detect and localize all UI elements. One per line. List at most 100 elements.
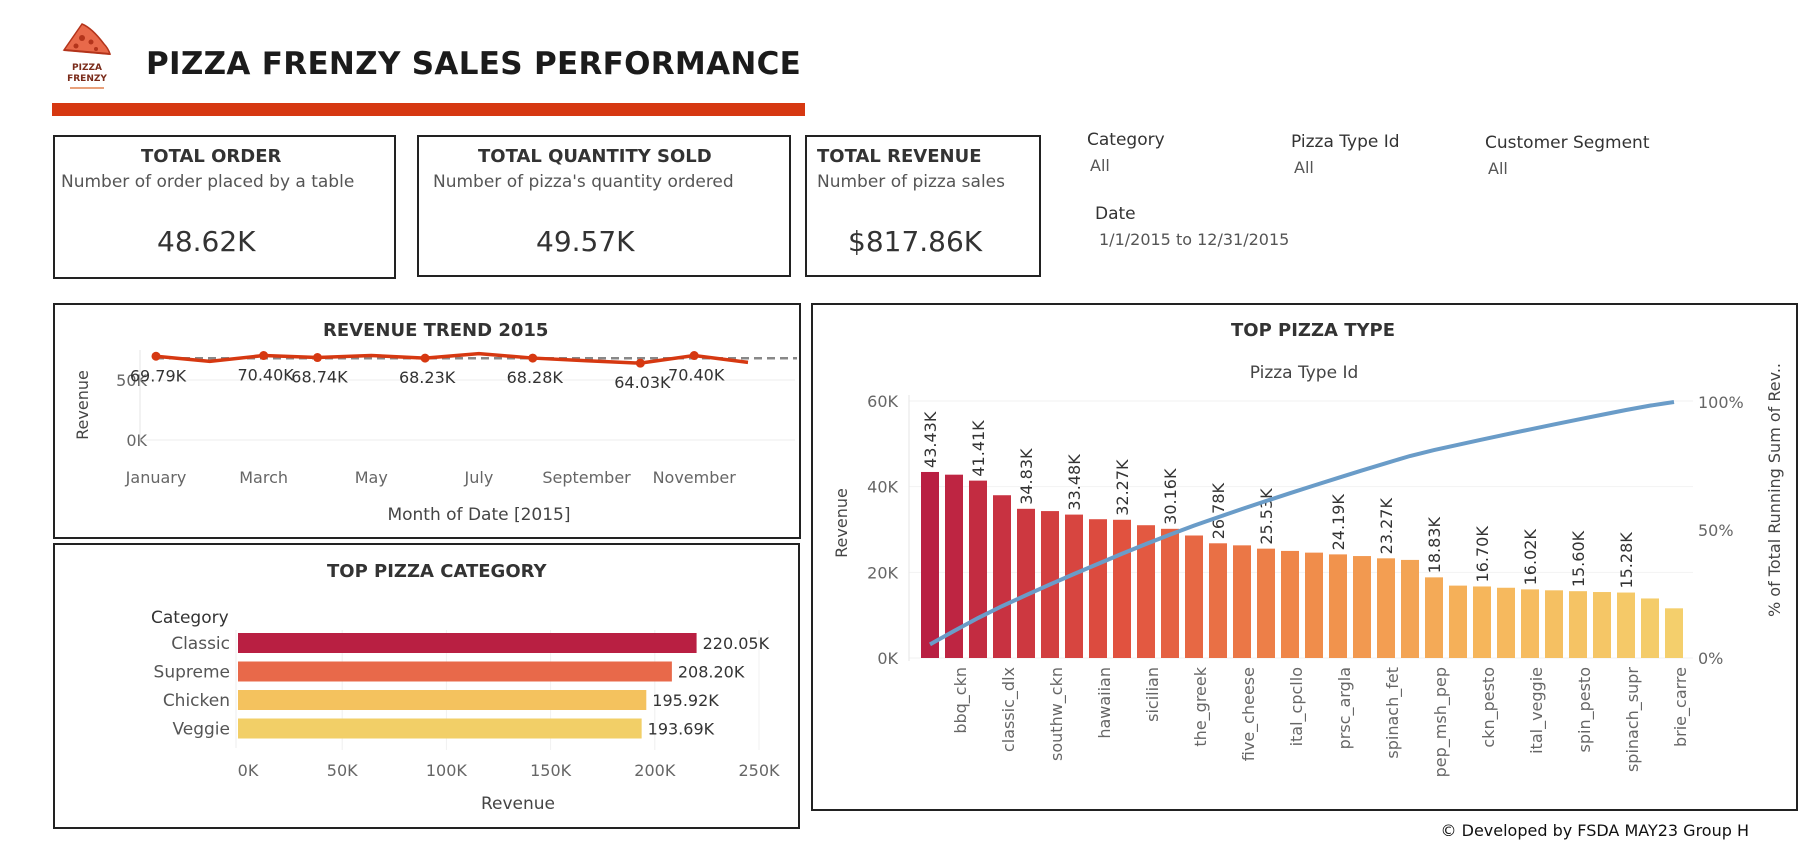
y-axis-label: Revenue	[832, 488, 851, 558]
x-axis-label: Month of Date [2015]	[387, 505, 570, 525]
data-label: 16.02K	[1521, 529, 1540, 586]
x-tick-label: classic_dlx	[999, 667, 1019, 752]
x-tick-label: 50K	[327, 761, 358, 780]
data-point	[420, 353, 430, 363]
x-tick-label: ital_cpcllo	[1287, 667, 1307, 746]
top-pizza-type-chart: Pizza Type Id Revenue % of Total Running…	[832, 363, 1784, 777]
pizza-type-bar	[1017, 508, 1035, 658]
pizza-type-bar	[1305, 552, 1323, 658]
pizza-type-bar	[1545, 590, 1563, 658]
pizza-type-bar	[1473, 586, 1491, 658]
page-title: PIZZA FRENZY SALES PERFORMANCE	[146, 46, 802, 82]
data-label: 15.28K	[1617, 532, 1636, 589]
pizza-type-bar	[1089, 519, 1107, 658]
kpi-total-order: TOTAL ORDER Number of order placed by a …	[53, 135, 396, 279]
top-category-chart: Category Revenue 0K 50K 100K 150K 200K 250K Cl…	[151, 608, 780, 814]
category-label: Chicken	[163, 691, 230, 711]
category-label: Classic	[171, 634, 230, 654]
data-point	[689, 351, 699, 361]
x-tick-label: brie_carre	[1671, 667, 1691, 747]
revenue-trend-panel: REVENUE TREND 2015 Revenue Month of Date…	[53, 303, 801, 539]
x-tick-label: May	[355, 468, 388, 487]
data-label: 70.40K	[668, 366, 725, 385]
kpi-title: TOTAL QUANTITY SOLD	[478, 146, 712, 167]
filter-value[interactable]: All	[1488, 159, 1649, 178]
pizza-type-bar	[1185, 535, 1203, 658]
data-label: 220.05K	[703, 634, 770, 653]
data-label: 33.48K	[1065, 454, 1084, 511]
x-tick-label: January	[125, 468, 187, 487]
kpi-value: 48.62K	[157, 225, 256, 258]
y2-tick-label: 0%	[1698, 649, 1723, 668]
data-label: 70.40K	[237, 366, 294, 385]
data-label: 30.16K	[1161, 468, 1180, 525]
y-tick-label: 60K	[867, 392, 898, 411]
data-point	[635, 358, 645, 368]
x-tick-label: March	[239, 468, 288, 487]
data-point	[528, 353, 538, 363]
pizza-type-bar	[1617, 592, 1635, 658]
pizza-type-bar	[1281, 550, 1299, 658]
x-tick-label: spinach_supr	[1623, 667, 1643, 772]
filter-value[interactable]: 1/1/2015 to 12/31/2015	[1099, 230, 1289, 249]
filter-pizza-type[interactable]: Pizza Type Id All	[1291, 132, 1400, 177]
y2-tick-label: 50%	[1698, 521, 1734, 540]
pizza-type-bar	[1449, 585, 1467, 658]
y2-tick-label: 100%	[1698, 393, 1744, 412]
title-underline-bar	[52, 103, 805, 116]
data-point	[312, 353, 322, 363]
y-tick-label: 0K	[877, 649, 898, 668]
pizza-type-bar	[1401, 559, 1419, 658]
footer-credit: © Developed by FSDA MAY23 Group H	[1440, 821, 1749, 840]
category-bar	[238, 718, 642, 739]
data-label: 69.79K	[130, 366, 187, 385]
data-label: 193.69K	[648, 720, 715, 739]
data-label: 16.70K	[1473, 526, 1492, 583]
data-label: 26.78K	[1209, 482, 1228, 539]
pizza-type-bar	[1329, 554, 1347, 658]
data-label: 68.28K	[507, 368, 564, 387]
x-tick-label: 100K	[426, 761, 468, 780]
filter-category[interactable]: Category All	[1087, 130, 1165, 175]
pizza-type-bar	[1209, 543, 1227, 658]
y-tick-label: 40K	[867, 478, 898, 497]
data-label: 23.27K	[1377, 498, 1396, 555]
x-tick-label: southw_ckn	[1047, 667, 1067, 761]
pizza-type-bar	[1161, 528, 1179, 658]
data-label: 43.43K	[921, 411, 940, 468]
x-tick-label: bbq_ckn	[951, 667, 971, 734]
data-label: 68.23K	[399, 368, 456, 387]
x-tick-label: pep_msh_pep	[1431, 667, 1451, 777]
category-label: Veggie	[172, 720, 230, 740]
pizza-type-bar	[1425, 577, 1443, 658]
logo-text-line1: PIZZA	[72, 63, 102, 73]
y-tick-label: 0K	[126, 431, 147, 450]
x-tick-label: the_greek	[1191, 666, 1211, 746]
filter-value[interactable]: All	[1294, 158, 1400, 177]
kpi-title: TOTAL REVENUE	[817, 146, 982, 167]
x-tick-label: September	[542, 468, 631, 487]
pizza-type-bar	[1497, 587, 1515, 658]
top-category-panel: TOP PIZZA CATEGORY Category Revenue 0K 50…	[53, 543, 800, 829]
category-bar	[238, 690, 647, 710]
x-tick-label: hawaiian	[1095, 667, 1114, 739]
data-label: 64.03K	[614, 373, 671, 392]
kpi-total-revenue: TOTAL REVENUE Number of pizza sales $817…	[805, 135, 1041, 277]
filter-customer-segment[interactable]: Customer Segment All	[1485, 133, 1649, 178]
x-tick-label: spinach_fet	[1383, 667, 1403, 759]
kpi-total-quantity: TOTAL QUANTITY SOLD Number of pizza's qu…	[417, 135, 791, 277]
data-point	[151, 351, 161, 361]
x-tick-label: sicilian	[1143, 667, 1162, 722]
x-tick-label: prsc_argla	[1335, 667, 1355, 749]
pizza-type-bar	[1113, 519, 1131, 658]
x-tick-label: five_cheese	[1239, 667, 1259, 761]
filter-value[interactable]: All	[1090, 156, 1165, 175]
kpi-subtitle: Number of pizza's quantity ordered	[433, 172, 734, 192]
y-axis-label: Revenue	[73, 370, 92, 440]
x-tick-label: 0K	[238, 761, 259, 780]
pizza-type-bar	[1641, 598, 1659, 658]
data-point	[259, 351, 269, 361]
filter-date[interactable]: Date 1/1/2015 to 12/31/2015	[1095, 204, 1289, 249]
y2-axis-label: % of Total Running Sum of Rev..	[1765, 363, 1784, 617]
data-label: 15.60K	[1569, 530, 1588, 587]
